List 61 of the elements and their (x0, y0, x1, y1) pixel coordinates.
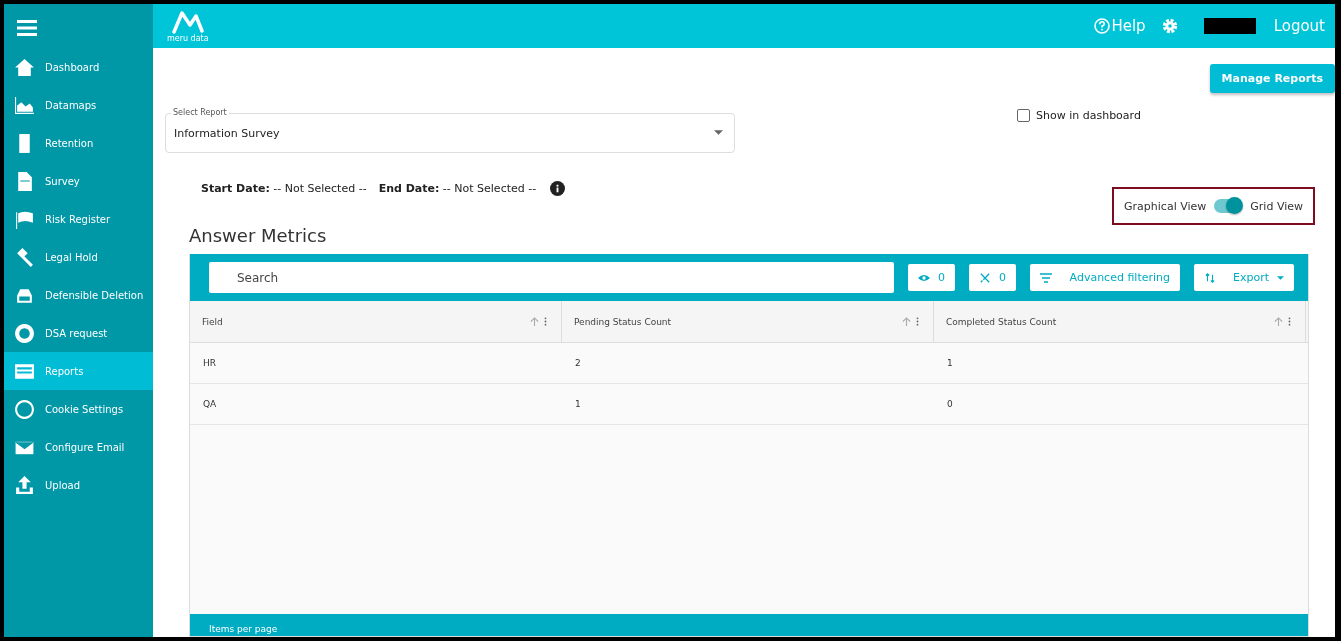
sidebar-item[interactable]: Risk Register (4, 200, 153, 238)
sidebar-item[interactable]: Dashboard (4, 48, 153, 86)
toggle-label: Graphical View (1124, 199, 1207, 213)
table-cell: 2 (575, 358, 581, 368)
caret-icon (1277, 275, 1284, 280)
toggle-label: Grid View (1250, 199, 1303, 213)
sidebar-item[interactable]: Survey (4, 162, 153, 200)
section-title: Answer Metrics (189, 225, 328, 246)
search-field[interactable]: Search (209, 262, 894, 293)
sidebar-item[interactable]: Retention (4, 124, 153, 162)
column-menu-icon[interactable] (544, 317, 547, 326)
settings-icon[interactable] (1160, 17, 1179, 35)
sidebar-item[interactable]: Configure Email (4, 428, 153, 466)
caret-icon (714, 130, 723, 135)
sidebar-item[interactable]: Cookie Settings (4, 390, 153, 428)
table-cell: 1 (575, 399, 581, 409)
sort-arrows-icon (1204, 272, 1216, 283)
help-link[interactable]: Help (1094, 17, 1146, 35)
table-cell: 0 (947, 399, 953, 409)
table-cell: 1 (947, 358, 953, 368)
sidebar-item[interactable]: DSA request (4, 314, 153, 352)
sidebar-item[interactable]: Defensible Deletion (4, 276, 153, 314)
column-header[interactable]: Pending Status Count (562, 301, 934, 342)
logo[interactable]: meru data (167, 9, 209, 43)
menu-icon[interactable] (17, 20, 37, 36)
sort-arrow-icon[interactable] (902, 317, 911, 326)
sort-arrow-icon[interactable] (530, 317, 539, 326)
column-header[interactable]: Completed Status Count (934, 301, 1306, 342)
logout-link[interactable]: Logout (1273, 17, 1325, 35)
home-icon (14, 56, 35, 78)
sidebar-item[interactable]: Legal Hold (4, 238, 153, 276)
column-menu-icon[interactable] (916, 317, 919, 326)
redacted-block (1203, 18, 1256, 34)
pinned-columns-button[interactable]: 0 (969, 264, 1016, 291)
sort-arrow-icon[interactable] (1274, 317, 1283, 326)
checkbox-label: Show in dashboard (1036, 108, 1141, 122)
advanced-filtering-button[interactable]: Advanced filtering (1030, 264, 1180, 291)
select-report-dropdown[interactable]: Select Report Information Survey (165, 107, 735, 153)
start-date-text: Start Date: -- Not Selected -- (201, 182, 367, 195)
column-menu-icon[interactable] (1288, 317, 1291, 326)
upload-icon (14, 474, 35, 496)
column-header[interactable]: Field (190, 301, 562, 342)
sidebar-item[interactable]: Reports (4, 352, 153, 390)
table-cell: QA (203, 399, 217, 409)
eye-icon (918, 272, 930, 283)
view-toggle-switch[interactable] (1214, 199, 1243, 213)
sidebar-item[interactable]: Datamaps (4, 86, 153, 124)
area-chart-icon (14, 94, 35, 116)
filter-icon (1040, 272, 1052, 283)
table-cell: HR (203, 358, 217, 368)
gavel-icon (14, 246, 35, 268)
items-per-page-label: Items per page (209, 623, 278, 635)
lifebuoy-icon (14, 322, 35, 344)
sidebar-item[interactable]: Upload (4, 466, 153, 504)
info-icon[interactable] (550, 181, 566, 196)
manage-reports-button[interactable]: Manage Reports (1209, 64, 1335, 93)
end-date-text: End Date: -- Not Selected -- (378, 182, 537, 195)
hidden-columns-button[interactable]: 0 (908, 264, 955, 291)
help-icon (1094, 18, 1111, 34)
checkbox[interactable] (1017, 108, 1030, 122)
export-button[interactable]: Export (1194, 264, 1294, 291)
